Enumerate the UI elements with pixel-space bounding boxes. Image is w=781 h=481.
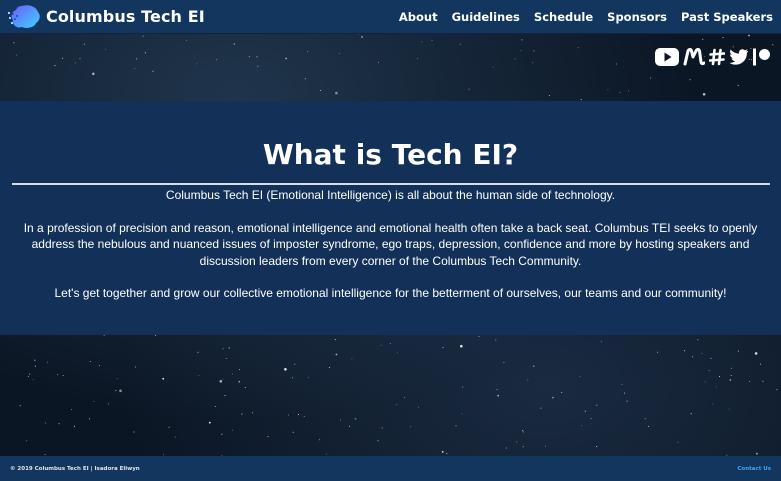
- slack-icon[interactable]: [709, 48, 725, 66]
- nav-about[interactable]: About: [399, 10, 438, 24]
- brand-name: Columbus Tech EI: [46, 7, 205, 26]
- youtube-icon[interactable]: [655, 48, 679, 66]
- contact-us-link[interactable]: Contact Us: [737, 466, 771, 472]
- about-body: Columbus Tech EI (Emotional Intelligence…: [11, 187, 771, 302]
- nav-schedule[interactable]: Schedule: [534, 10, 593, 24]
- twitter-icon[interactable]: [729, 48, 749, 66]
- nav-sponsors[interactable]: Sponsors: [607, 10, 667, 24]
- about-paragraph: Let's get together and grow our collecti…: [54, 286, 727, 300]
- nav-past-speakers[interactable]: Past Speakers: [681, 10, 773, 24]
- about-paragraph: Columbus Tech EI (Emotional Intelligence…: [165, 188, 616, 202]
- patreon-icon[interactable]: [753, 48, 771, 66]
- about-paragraph: In a profession of precision and reason,…: [23, 220, 758, 268]
- brain-logo-icon: [8, 4, 40, 28]
- divider: [11, 183, 770, 185]
- navbar: Columbus Tech EI About Guidelines Schedu…: [0, 0, 781, 34]
- about-title: What is Tech EI?: [262, 138, 519, 171]
- footer: © 2019 Columbus Tech EI | Isadora Eliwyn…: [0, 456, 781, 481]
- nav-links: About Guidelines Schedule Sponsors Past …: [385, 10, 773, 24]
- footer-copyright: © 2019 Columbus Tech EI | Isadora Eliwyn: [10, 465, 140, 472]
- social-links: [655, 48, 771, 66]
- brand[interactable]: Columbus Tech EI: [8, 3, 205, 31]
- about-section: What is Tech EI? Columbus Tech EI (Emoti…: [0, 101, 781, 335]
- nav-guidelines[interactable]: Guidelines: [452, 10, 520, 24]
- meetup-icon[interactable]: [683, 48, 705, 66]
